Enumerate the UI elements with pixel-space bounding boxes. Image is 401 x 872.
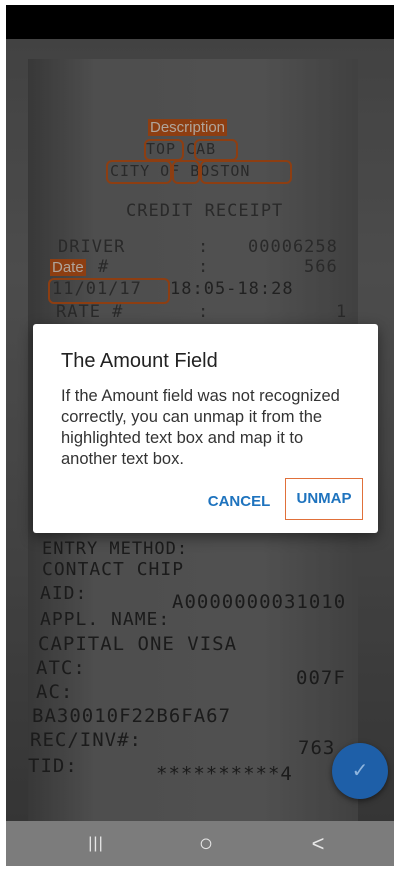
phone-screen: TOP CAB CITY OF BOSTON CREDIT RECEIPT DR…: [6, 5, 394, 866]
confirm-fab[interactable]: ✓: [332, 743, 388, 799]
unmap-button[interactable]: UNMAP: [285, 478, 363, 520]
recents-icon[interactable]: |||: [76, 821, 116, 866]
dialog-message: If the Amount field was not recognized c…: [61, 387, 340, 468]
home-icon[interactable]: ○: [186, 821, 226, 866]
cancel-button[interactable]: CANCEL: [199, 482, 279, 522]
back-icon[interactable]: <: [298, 821, 338, 866]
dialog-title: The Amount Field: [61, 350, 218, 372]
status-bar: [6, 5, 394, 39]
check-icon: ✓: [351, 760, 369, 782]
amount-field-dialog: The Amount Field If the Amount field was…: [33, 324, 378, 533]
android-nav-bar: ||| ○ <: [6, 821, 394, 866]
